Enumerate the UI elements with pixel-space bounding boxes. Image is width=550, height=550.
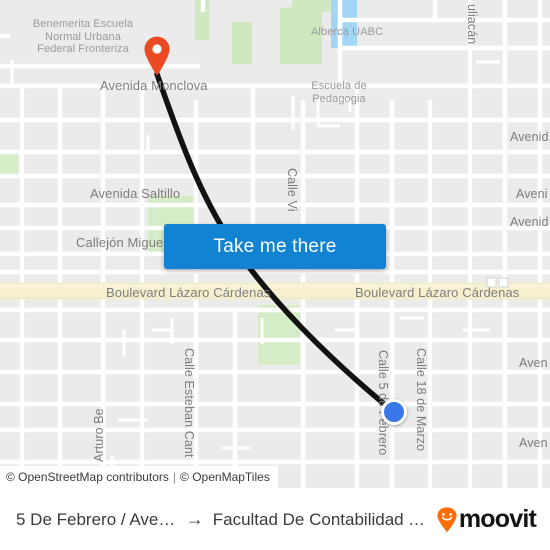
attribution-separator: | xyxy=(172,470,177,484)
bottom-bar: 5 De Febrero / Aven… → Facultad De Conta… xyxy=(0,488,550,550)
attribution-osm[interactable]: © OpenStreetMap contributors xyxy=(6,470,169,484)
origin-pin-icon[interactable] xyxy=(143,36,171,76)
attribution-openmaptiles[interactable]: © OpenMapTiles xyxy=(180,470,270,484)
trip-destination-label: Facultad De Contabilidad Y … xyxy=(212,509,430,529)
trip-origin-label: 5 De Febrero / Aven… xyxy=(16,509,177,529)
moovit-logo[interactable]: moovit xyxy=(436,505,537,534)
moovit-wordmark: moovit xyxy=(458,505,537,533)
highway-lazaro-cardenas xyxy=(0,282,550,300)
pool-water xyxy=(331,0,357,48)
moovit-trip-screen: Benemerita Escuela Normal Urbana Federal… xyxy=(0,0,550,550)
trip-summary[interactable]: 5 De Febrero / Aven… → Facultad De Conta… xyxy=(16,509,430,530)
take-me-there-button[interactable]: Take me there xyxy=(164,224,386,269)
map-canvas[interactable]: Benemerita Escuela Normal Urbana Federal… xyxy=(0,0,550,488)
destination-dot-marker[interactable] xyxy=(381,399,407,425)
map-attribution: © OpenStreetMap contributors | © OpenMap… xyxy=(0,466,278,488)
moovit-pin-icon xyxy=(437,506,457,532)
arrow-right-icon: → xyxy=(185,509,204,529)
